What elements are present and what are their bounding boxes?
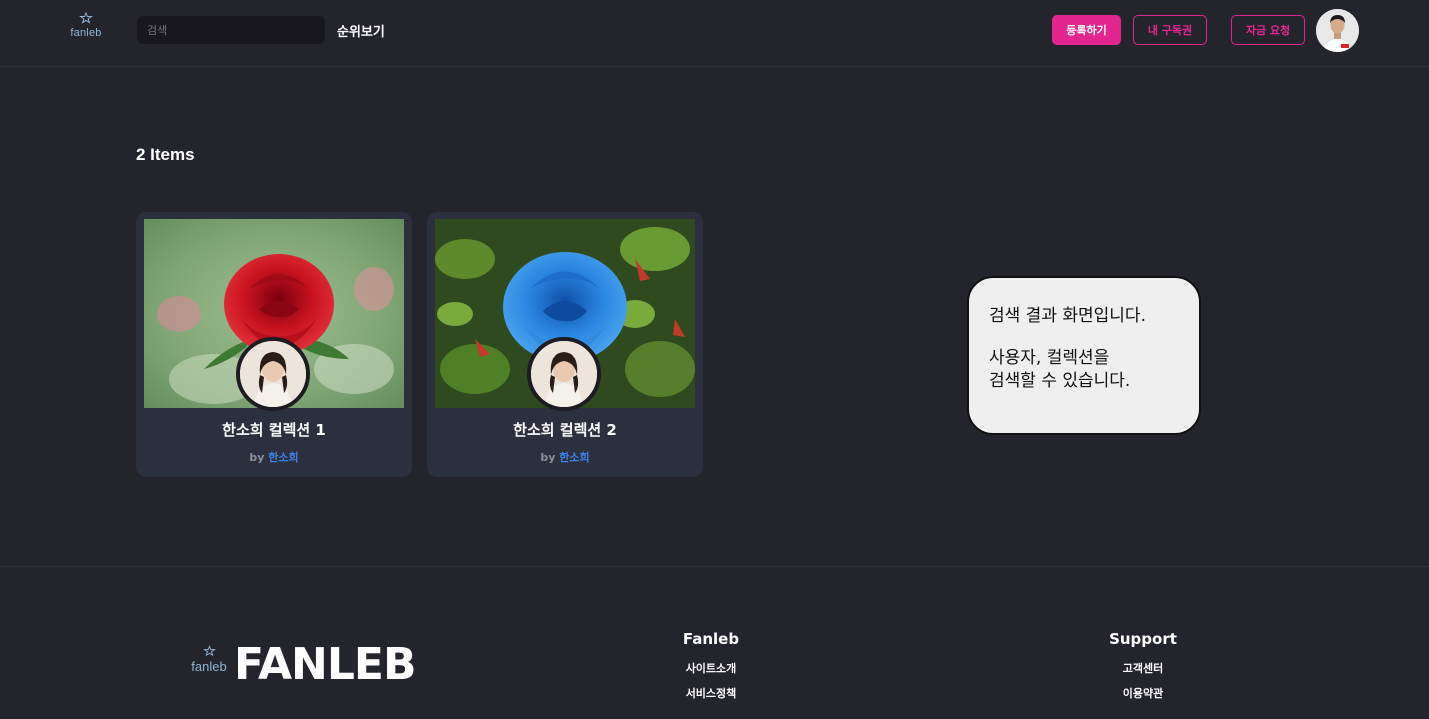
footer-logo: fanleb — [191, 645, 227, 674]
annotation-line: 사용자, 컬렉션을 — [989, 348, 1110, 368]
annotation-line: 검색할 수 있습니다. — [989, 371, 1131, 391]
annotation-bubble: 검색 결과 화면입니다. 사용자, 컬렉션을 검색할 수 있습니다. — [967, 276, 1201, 435]
fanleb-logo[interactable]: fanleb — [66, 12, 106, 48]
user-avatar[interactable] — [1316, 9, 1359, 52]
collection-title[interactable]: 한소희 컬렉션 2 — [427, 419, 703, 440]
annotation-line: 검색 결과 화면입니다. — [989, 306, 1146, 326]
user-avatar-image — [1316, 9, 1359, 52]
funding-request-button[interactable]: 자금 요청 — [1231, 15, 1305, 45]
footer-link-customer-center[interactable]: 고객센터 — [1083, 660, 1203, 676]
footer-logo-text: fanleb — [191, 659, 227, 674]
creator-avatar[interactable] — [527, 337, 601, 411]
footer-link-terms[interactable]: 이용약관 — [1083, 685, 1203, 701]
footer-col-support: Support 고객센터 이용약관 — [1083, 567, 1203, 701]
top-header: fanleb 순위보기 등록하기 내 구독권 자금 요청 — [0, 0, 1429, 67]
collection-card[interactable]: 한소희 컬렉션 2 by 한소희 — [427, 212, 703, 477]
by-label: by — [249, 451, 265, 464]
by-label: by — [540, 451, 556, 464]
footer: fanleb FANLEB Fanleb 사이트소개 서비스정책 Support… — [0, 566, 1429, 719]
collection-byline: by 한소희 — [136, 449, 412, 465]
footer-col-title: Support — [1109, 630, 1177, 648]
footer-col-title: Fanleb — [682, 630, 740, 648]
collection-byline: by 한소희 — [427, 449, 703, 465]
footer-link-policy[interactable]: 서비스정책 — [651, 685, 771, 701]
author-link[interactable]: 한소희 — [268, 451, 298, 464]
footer-col-fanleb: Fanleb 사이트소개 서비스정책 — [651, 567, 771, 701]
star-icon — [79, 12, 93, 24]
author-link[interactable]: 한소희 — [559, 451, 589, 464]
register-button[interactable]: 등록하기 — [1052, 15, 1121, 45]
items-count: 2 Items — [136, 145, 195, 164]
creator-avatar[interactable] — [236, 337, 310, 411]
logo-text: fanleb — [70, 27, 102, 39]
collection-card[interactable]: 한소희 컬렉션 1 by 한소희 — [136, 212, 412, 477]
ranking-link[interactable]: 순위보기 — [337, 21, 385, 40]
star-icon — [202, 645, 216, 657]
collection-title[interactable]: 한소희 컬렉션 1 — [136, 419, 412, 440]
my-subscription-button[interactable]: 내 구독권 — [1133, 15, 1207, 45]
footer-brand: FANLEB — [234, 639, 417, 690]
footer-link-about[interactable]: 사이트소개 — [651, 660, 771, 676]
search-input[interactable] — [137, 16, 325, 44]
